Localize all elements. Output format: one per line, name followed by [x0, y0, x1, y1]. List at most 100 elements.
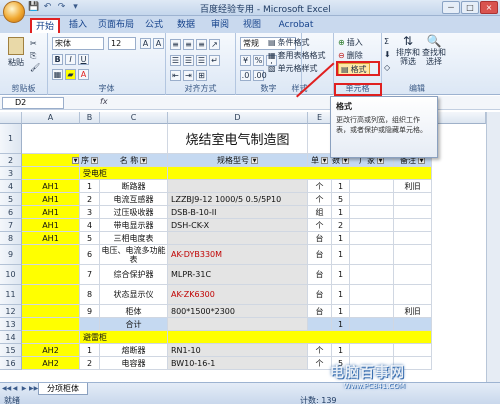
table-cell[interactable]: 过压吸收器	[100, 206, 168, 219]
table-cell[interactable]	[22, 167, 80, 180]
tab-data[interactable]: 数据	[174, 18, 198, 33]
format-as-table-button[interactable]: ▦ 套用表格格式	[268, 50, 326, 61]
table-cell[interactable]	[308, 318, 332, 331]
decrease-decimal-icon[interactable]: .00	[253, 70, 267, 81]
table-cell[interactable]	[22, 305, 80, 318]
table-cell[interactable]	[22, 265, 80, 285]
last-sheet-icon[interactable]: ▶▶	[29, 384, 38, 393]
table-cell[interactable]	[350, 318, 394, 331]
table-cell[interactable]	[394, 219, 432, 232]
name-box[interactable]: D2	[2, 97, 64, 109]
table-cell[interactable]	[394, 344, 432, 357]
close-button[interactable]: ×	[480, 1, 498, 14]
font-name-select[interactable]: 宋体	[52, 37, 104, 50]
table-cell[interactable]: 柜体	[100, 305, 168, 318]
filter-dropdown-icon[interactable]: ▼	[91, 156, 98, 164]
office-button[interactable]	[3, 1, 25, 23]
table-cell[interactable]	[350, 245, 394, 265]
header-cell-spec[interactable]: 规格型号 ▼	[168, 154, 308, 167]
italic-button[interactable]: I	[65, 54, 76, 65]
table-cell[interactable]: 9	[80, 305, 100, 318]
row-header[interactable]: 13	[0, 318, 22, 331]
shrink-font-button[interactable]: A	[153, 38, 164, 49]
table-cell[interactable]: 台	[308, 232, 332, 245]
table-cell[interactable]: 1	[332, 318, 350, 331]
fx-icon[interactable]: fx	[100, 97, 108, 106]
copy-icon[interactable]: ⎘	[30, 51, 36, 61]
spec-cell[interactable]: MLPR-31C	[168, 265, 308, 285]
table-cell[interactable]: 带电显示器	[100, 219, 168, 232]
table-cell[interactable]	[394, 245, 432, 265]
align-middle-icon[interactable]: ≡	[183, 39, 194, 50]
table-cell[interactable]: 台	[308, 245, 332, 265]
row-header[interactable]: 3	[0, 167, 22, 180]
table-cell[interactable]: AH2	[22, 344, 80, 357]
conditional-format-button[interactable]: ▤ 条件格式	[268, 37, 310, 48]
tab-insert[interactable]: 插入	[66, 18, 90, 33]
table-cell[interactable]: 2	[80, 357, 100, 370]
table-cell[interactable]: 1	[332, 245, 350, 265]
row-header[interactable]: 5	[0, 193, 22, 206]
fill-icon[interactable]: ⬇	[384, 50, 391, 59]
table-cell[interactable]: 个	[308, 357, 332, 370]
fill-color-icon[interactable]: ▰	[65, 69, 76, 80]
filter-dropdown-icon[interactable]: ▼	[72, 156, 79, 164]
cell-styles-button[interactable]: ▧ 单元格样式	[268, 63, 318, 74]
sheet-tab[interactable]: 分项柜体	[38, 383, 88, 395]
tab-review[interactable]: 审阅	[208, 18, 232, 33]
spec-cell[interactable]	[168, 180, 308, 193]
spec-cell[interactable]	[168, 318, 308, 331]
minimize-button[interactable]: －	[442, 1, 460, 14]
insert-button[interactable]: ⊕ 插入	[338, 37, 363, 48]
table-cell[interactable]: 1	[332, 344, 350, 357]
table-cell[interactable]: ▼	[22, 154, 80, 167]
table-cell[interactable]	[394, 265, 432, 285]
increase-decimal-icon[interactable]: .0	[240, 70, 251, 81]
font-color-button[interactable]: A	[78, 69, 89, 80]
spec-cell[interactable]: LZZBJ9-12 1000/5 0.5/5P10	[168, 193, 308, 206]
prev-sheet-icon[interactable]: ◀	[11, 384, 19, 393]
table-cell[interactable]: 利旧	[394, 305, 432, 318]
header-cell-unit[interactable]: 单 ▼	[308, 154, 332, 167]
sheet-title[interactable]: 烧结室电气制造图	[168, 124, 308, 154]
table-cell[interactable]	[168, 167, 432, 180]
format-painter-icon[interactable]: 🖌	[30, 63, 40, 72]
table-cell[interactable]: 熔断器	[100, 344, 168, 357]
col-header-b[interactable]: B	[80, 112, 100, 124]
section-label[interactable]: 受电柜	[80, 167, 168, 180]
table-cell[interactable]: AH1	[22, 193, 80, 206]
table-cell[interactable]: 1	[80, 344, 100, 357]
sum-icon[interactable]: Σ	[384, 37, 389, 46]
wrap-text-icon[interactable]: ↵	[209, 55, 220, 66]
table-cell[interactable]: 1	[332, 305, 350, 318]
table-cell[interactable]	[350, 285, 394, 305]
table-cell[interactable]: 6	[80, 245, 100, 265]
table-cell[interactable]: AH1	[22, 206, 80, 219]
section-label[interactable]: 避雷柜	[80, 331, 168, 344]
bold-button[interactable]: B	[52, 54, 63, 65]
table-cell[interactable]	[350, 305, 394, 318]
redo-icon[interactable]: ↷	[56, 2, 67, 13]
spec-cell[interactable]: AK-DYB330M	[168, 245, 308, 265]
table-cell[interactable]: 利旧	[394, 180, 432, 193]
table-cell[interactable]	[350, 344, 394, 357]
grow-font-button[interactable]: A	[140, 38, 151, 49]
sort-filter-button[interactable]: ⇅ 排序和 筛选	[396, 35, 420, 66]
paste-button[interactable]: 粘贴	[8, 37, 24, 68]
font-size-select[interactable]: 12	[108, 37, 136, 50]
orientation-icon[interactable]: ↗	[209, 39, 220, 50]
table-cell[interactable]	[22, 285, 80, 305]
table-cell[interactable]	[350, 219, 394, 232]
save-icon[interactable]: 💾	[28, 2, 39, 13]
table-cell[interactable]	[350, 206, 394, 219]
align-left-icon[interactable]: ☰	[170, 55, 181, 66]
table-cell[interactable]: 电压、电流多功能表	[100, 245, 168, 265]
table-cell[interactable]: 3	[80, 206, 100, 219]
table-cell[interactable]: 2	[80, 193, 100, 206]
table-cell[interactable]: 个	[308, 180, 332, 193]
align-bottom-icon[interactable]: ≡	[196, 39, 207, 50]
table-cell[interactable]: 8	[80, 285, 100, 305]
header-cell-seq[interactable]: 序 ▼	[80, 154, 100, 167]
tab-view[interactable]: 视图	[240, 18, 264, 33]
table-cell[interactable]: 4	[80, 219, 100, 232]
